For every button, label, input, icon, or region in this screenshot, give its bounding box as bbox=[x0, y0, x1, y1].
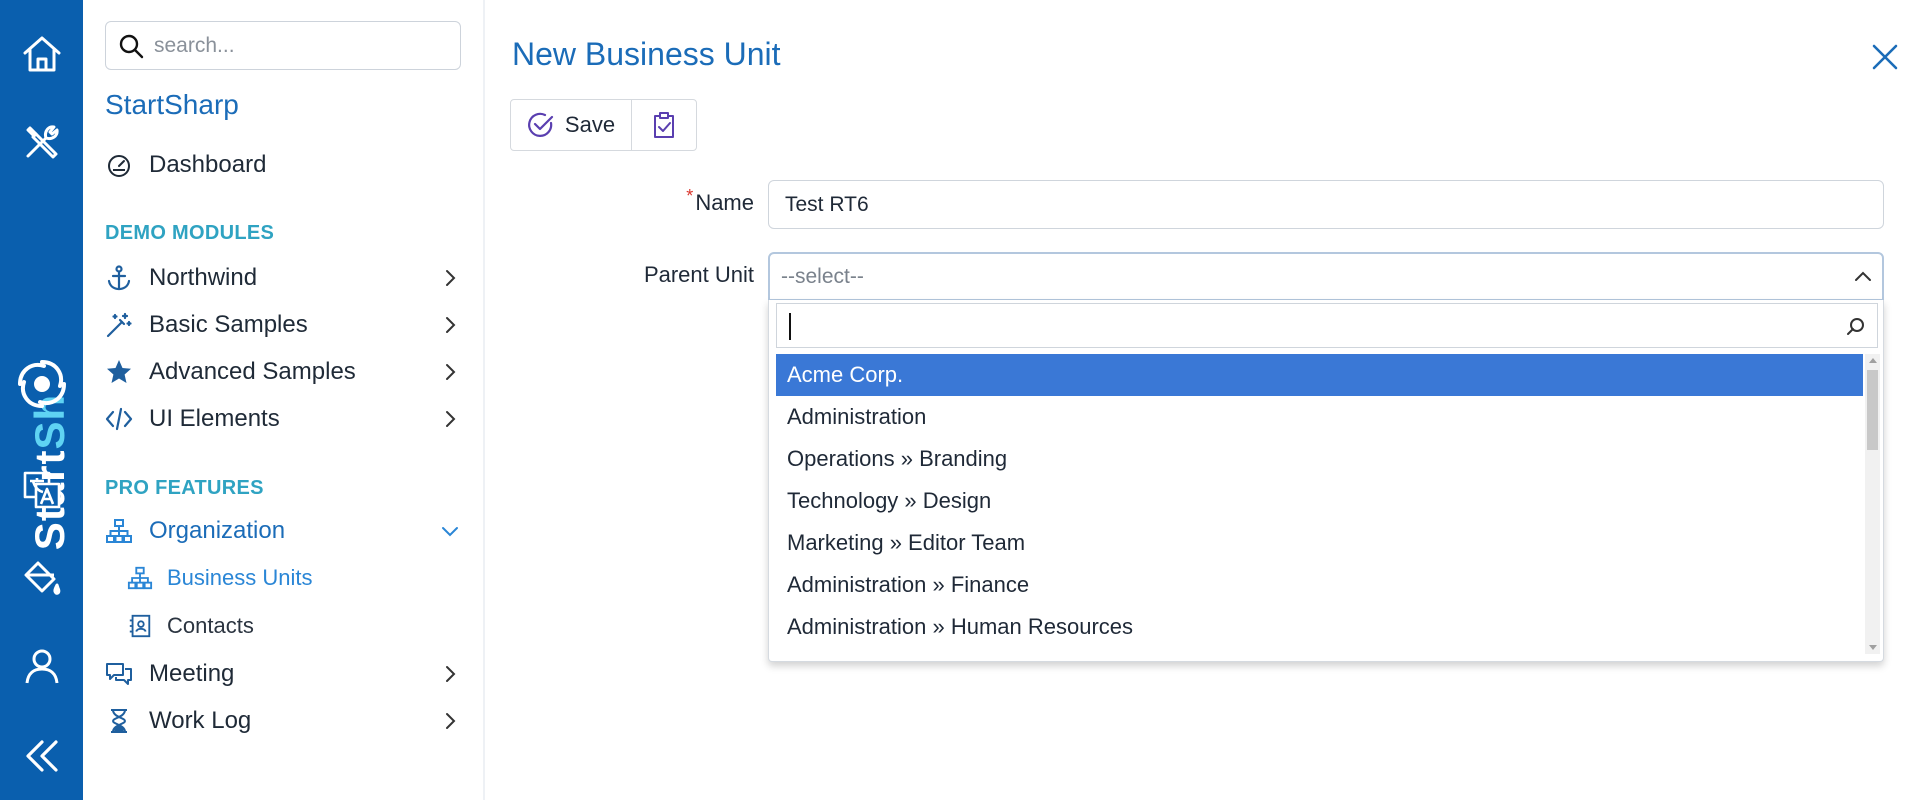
code-icon bbox=[105, 407, 133, 431]
sidebar-item-meeting[interactable]: Meeting bbox=[103, 653, 465, 695]
name-label: *Name bbox=[686, 186, 754, 215]
home-button[interactable] bbox=[0, 24, 83, 84]
dropdown-options: Acme Corp. Administration Operations » B… bbox=[776, 354, 1863, 654]
chevron-right-icon bbox=[446, 317, 456, 333]
translate-icon bbox=[23, 471, 60, 509]
search-input[interactable] bbox=[154, 33, 444, 58]
sidebar-item-dashboard[interactable]: Dashboard bbox=[103, 144, 465, 186]
chat-bubbles-icon bbox=[106, 663, 132, 685]
scroll-up-arrow-icon[interactable] bbox=[1869, 358, 1877, 363]
gauge-icon bbox=[108, 155, 130, 177]
sidebar-item-northwind[interactable]: Northwind bbox=[103, 257, 465, 299]
parent-unit-label: Parent Unit bbox=[643, 262, 754, 287]
scroll-thumb[interactable] bbox=[1867, 370, 1878, 450]
required-marker: * bbox=[686, 186, 694, 206]
dropdown-option[interactable]: Administration bbox=[776, 396, 1863, 438]
close-icon[interactable] bbox=[1868, 40, 1902, 74]
text-caret bbox=[789, 313, 791, 340]
dropdown-option[interactable]: Marketing » Editor Team bbox=[776, 522, 1863, 564]
sidebar-item-label: Northwind bbox=[149, 264, 258, 291]
scroll-down-arrow-icon[interactable] bbox=[1869, 645, 1877, 650]
dropdown-option[interactable]: Administration » Finance bbox=[776, 564, 1863, 606]
toolbar: Save bbox=[510, 99, 697, 151]
sidebar-search[interactable] bbox=[105, 21, 461, 70]
paint-bucket-icon bbox=[24, 561, 60, 595]
sidebar-item-label: Dashboard bbox=[149, 151, 267, 178]
dropdown-search[interactable] bbox=[776, 303, 1878, 348]
sidebar-item-work-log[interactable]: Work Log bbox=[103, 700, 465, 742]
sidebar-item-label: Meeting bbox=[149, 660, 235, 687]
chevron-right-icon bbox=[446, 364, 456, 380]
tools-button[interactable] bbox=[0, 112, 83, 172]
home-icon bbox=[23, 36, 60, 72]
sidebar-item-advanced-samples[interactable]: Advanced Samples bbox=[103, 351, 465, 393]
chevron-right-icon bbox=[446, 270, 456, 286]
sidebar-item-label: Work Log bbox=[149, 707, 252, 734]
chevron-down-icon bbox=[442, 527, 458, 537]
magic-wand-icon bbox=[106, 312, 132, 338]
parent-unit-dropdown: Acme Corp. Administration Operations » B… bbox=[768, 300, 1884, 662]
clipboard-check-icon bbox=[654, 112, 674, 138]
sidebar-item-ui-elements[interactable]: UI Elements bbox=[103, 398, 465, 440]
tools-icon bbox=[26, 125, 59, 159]
section-demo-modules: DEMO MODULES bbox=[105, 222, 275, 244]
check-circle-icon bbox=[528, 112, 554, 137]
sidebar-item-label: Contacts bbox=[167, 613, 254, 638]
anchor-icon bbox=[107, 265, 131, 291]
dropdown-search-input[interactable] bbox=[777, 305, 1827, 346]
sitemap-icon bbox=[127, 566, 153, 590]
collapse-sidebar-button[interactable] bbox=[0, 726, 83, 786]
sidebar-item-contacts[interactable]: Contacts bbox=[125, 606, 465, 646]
chevron-right-icon bbox=[446, 666, 456, 682]
sidebar-item-organization[interactable]: Organization bbox=[103, 510, 465, 552]
app-rail: StartSh bbox=[0, 0, 83, 800]
name-field[interactable] bbox=[768, 180, 1884, 229]
search-icon bbox=[1847, 318, 1864, 335]
dropdown-option[interactable]: Administration » Human Resources bbox=[776, 606, 1863, 648]
dropdown-option[interactable]: Acme Corp. bbox=[776, 354, 1863, 396]
save-button-label: Save bbox=[564, 112, 616, 137]
sidebar-item-label: Business Units bbox=[167, 565, 313, 590]
hourglass-icon bbox=[111, 709, 127, 733]
section-pro-features: PRO FEATURES bbox=[105, 477, 264, 499]
swirl-logo-icon bbox=[14, 356, 70, 412]
sidebar: StartSharp Dashboard DEMO MODULES Northw… bbox=[83, 0, 485, 800]
sidebar-item-label: Organization bbox=[149, 517, 286, 544]
sidebar-item-label: UI Elements bbox=[149, 405, 280, 432]
translate-button[interactable] bbox=[0, 460, 83, 520]
user-icon bbox=[25, 649, 58, 684]
sitemap-icon bbox=[106, 519, 132, 543]
contact-card-icon bbox=[129, 614, 151, 638]
sidebar-item-basic-samples[interactable]: Basic Samples bbox=[103, 304, 465, 346]
sidebar-item-business-units[interactable]: Business Units bbox=[125, 558, 465, 598]
theme-button[interactable] bbox=[0, 549, 83, 609]
double-chevron-left-icon bbox=[25, 740, 58, 772]
dropdown-scrollbar[interactable] bbox=[1865, 354, 1880, 654]
user-profile-button[interactable] bbox=[0, 636, 83, 696]
dropdown-option[interactable]: Technology » Design bbox=[776, 480, 1863, 522]
chevron-right-icon bbox=[446, 713, 456, 729]
parent-unit-select[interactable]: --select-- bbox=[768, 252, 1884, 301]
chevron-right-icon bbox=[446, 411, 456, 427]
parent-unit-placeholder: --select-- bbox=[781, 264, 864, 288]
sidebar-item-label: Advanced Samples bbox=[149, 358, 356, 385]
sidebar-item-label: Basic Samples bbox=[149, 311, 308, 338]
chevron-up-icon bbox=[1855, 271, 1871, 281]
page-title: New Business Unit bbox=[512, 36, 781, 72]
save-button[interactable]: Save bbox=[511, 100, 632, 150]
star-icon bbox=[107, 360, 131, 383]
search-icon bbox=[119, 34, 144, 58]
apply-changes-button[interactable] bbox=[632, 100, 696, 150]
dropdown-option[interactable]: Operations » Branding bbox=[776, 438, 1863, 480]
brand-title: StartSharp bbox=[105, 89, 239, 120]
